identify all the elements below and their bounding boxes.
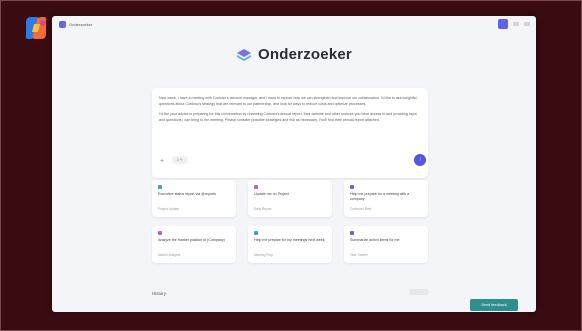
send-button[interactable]: ↑ bbox=[414, 154, 426, 166]
title-bar: Onderzoeker bbox=[52, 16, 536, 32]
card-subtitle: Project Update bbox=[158, 207, 180, 211]
attachment-chip[interactable]: 2 ✎ bbox=[172, 156, 188, 164]
history-label[interactable]: History bbox=[152, 291, 166, 296]
card-icon bbox=[350, 231, 354, 235]
researcher-logo-icon bbox=[237, 48, 252, 61]
app-window: Onderzoeker Onderzoeker Next week, I hav… bbox=[52, 16, 536, 312]
more-options-button[interactable] bbox=[513, 22, 519, 26]
suggestion-card[interactable]: Executive status report via @reports Pro… bbox=[152, 180, 236, 217]
card-icon bbox=[158, 185, 162, 189]
feedback-button[interactable]: Send feedback bbox=[470, 299, 518, 311]
brand-header: Onderzoeker bbox=[52, 46, 536, 63]
suggestion-card[interactable]: Analyze the market position of (Company)… bbox=[152, 226, 236, 263]
brand-name: Onderzoeker bbox=[258, 46, 352, 63]
add-attachment-icon[interactable]: + bbox=[160, 158, 164, 165]
card-title: Help me prepare for my meetings next wee… bbox=[254, 238, 325, 242]
prompt-text[interactable]: Next week, I have a meeting with Contoso… bbox=[159, 96, 421, 128]
prompt-box[interactable]: Next week, I have a meeting with Contoso… bbox=[152, 88, 428, 178]
suggestion-card[interactable]: Summarize action items for me Task Track… bbox=[344, 226, 428, 263]
close-button[interactable] bbox=[524, 22, 530, 26]
card-title: Executive status report via @reports bbox=[158, 192, 216, 196]
card-subtitle: Meeting Prep bbox=[254, 253, 273, 257]
history-toggle[interactable] bbox=[409, 289, 429, 295]
card-title: Update me on Project bbox=[254, 192, 289, 196]
app-title: Onderzoeker bbox=[69, 21, 93, 27]
user-avatar-button[interactable] bbox=[498, 19, 508, 29]
suggestion-card[interactable]: Help me prepare for my meetings next wee… bbox=[248, 226, 332, 263]
card-subtitle: Customer Brief bbox=[350, 207, 372, 211]
card-title: Summarize action items for me bbox=[350, 238, 400, 242]
prompt-paragraph: I'd like your advice in preparing for th… bbox=[159, 112, 417, 122]
card-title: Help me prepare for a meeting with a com… bbox=[350, 192, 410, 201]
card-subtitle: Market Analysis bbox=[158, 253, 181, 257]
card-icon bbox=[254, 185, 258, 189]
app-icon bbox=[59, 20, 66, 28]
prompt-paragraph: Next week, I have a meeting with Contoso… bbox=[159, 96, 417, 106]
card-icon bbox=[158, 231, 162, 235]
card-subtitle: Task Tracker bbox=[350, 253, 369, 257]
copilot-logo-icon bbox=[25, 17, 47, 39]
card-subtitle: Daily Report bbox=[254, 207, 272, 211]
card-title: Analyze the market position of (Company) bbox=[158, 238, 225, 242]
card-icon bbox=[254, 231, 258, 235]
suggestion-card[interactable]: Update me on Project Daily Report bbox=[248, 180, 332, 217]
suggestion-card[interactable]: Help me prepare for a meeting with a com… bbox=[344, 180, 428, 217]
card-icon bbox=[350, 185, 354, 189]
